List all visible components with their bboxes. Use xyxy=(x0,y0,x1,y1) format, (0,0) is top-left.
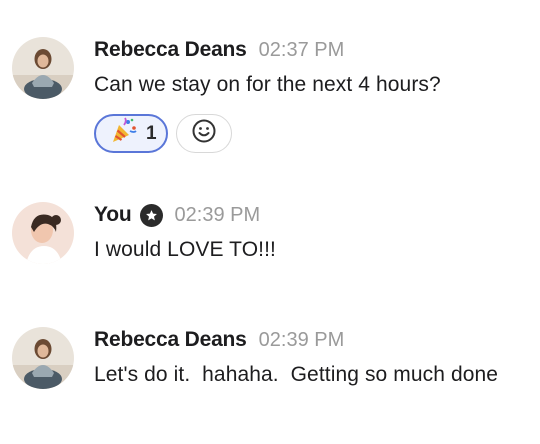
message-text: I would LOVE TO!!! xyxy=(94,238,276,261)
avatar-rebecca-deans[interactable] xyxy=(12,37,74,99)
smiley-icon xyxy=(191,118,217,149)
message-header: Rebecca Deans 02:37 PM xyxy=(94,37,532,63)
add-reaction-button[interactable] xyxy=(175,114,232,153)
message-timestamp: 02:37 PM xyxy=(258,38,345,61)
message-header: Rebecca Deans 02:39 PM xyxy=(94,327,532,353)
reaction-bar: 1 xyxy=(94,114,532,153)
message-text: Let's do it. hahaha. Getting so much don… xyxy=(94,363,499,386)
reaction-party-popper[interactable]: 1 xyxy=(94,114,168,153)
message-content: Rebecca Deans 02:39 PM Let's do it. haha… xyxy=(94,327,532,390)
author-name[interactable]: Rebecca Deans xyxy=(94,328,247,352)
avatar-rebecca-deans[interactable] xyxy=(12,327,74,389)
message-header: You 02:39 PM xyxy=(94,202,532,228)
star-badge-icon xyxy=(139,203,163,227)
reaction-count: 1 xyxy=(146,122,157,144)
author-name[interactable]: Rebecca Deans xyxy=(94,38,247,62)
message-timestamp: 02:39 PM xyxy=(174,203,261,226)
message-timestamp: 02:39 PM xyxy=(258,328,345,351)
message-content: You 02:39 PM I would LOVE TO!!! xyxy=(94,202,532,265)
party-popper-icon xyxy=(108,116,138,151)
message-content: Rebecca Deans 02:37 PM Can we stay on fo… xyxy=(94,37,532,153)
avatar-you[interactable] xyxy=(12,202,74,264)
author-name[interactable]: You xyxy=(94,203,132,227)
message-text: Can we stay on for the next 4 hours? xyxy=(94,73,441,96)
